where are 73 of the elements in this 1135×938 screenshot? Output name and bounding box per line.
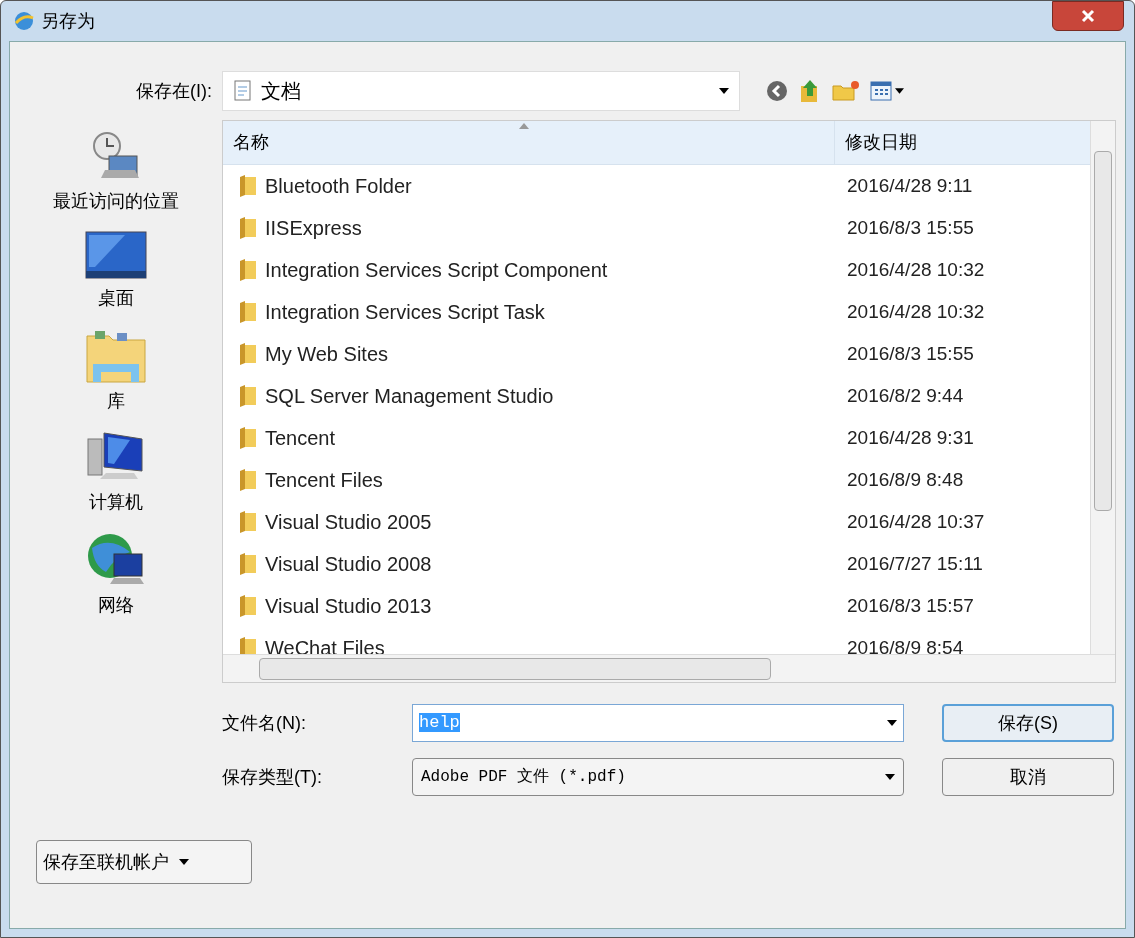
caret-icon <box>895 88 904 94</box>
modified-date: 2016/8/3 15:57 <box>846 593 975 618</box>
file-type-label: 保存类型(T): <box>222 765 323 789</box>
vertical-scrollbar[interactable] <box>1090 121 1115 655</box>
save-in-label: 保存在(I): <box>135 79 213 103</box>
modified-date: 2016/4/28 9:31 <box>846 425 975 450</box>
modified-date: 2016/4/28 10:32 <box>846 299 986 324</box>
file-type-dropdown[interactable]: Adobe PDF 文件 (*.pdf) <box>412 758 904 796</box>
file-name[interactable]: Tencent <box>265 423 336 453</box>
library-folder-icon <box>85 328 147 384</box>
save-in-dropdown[interactable]: 文档 <box>222 71 740 111</box>
folder-icon <box>239 553 257 575</box>
modified-date: 2016/4/28 10:32 <box>846 257 986 282</box>
grid-view-icon <box>870 81 892 101</box>
window-title: 另存为 <box>41 9 95 33</box>
modified-date: 2016/8/9 8:54 <box>846 635 965 655</box>
online-account-button[interactable]: 保存至联机帐户 <box>36 840 252 884</box>
folder-icon <box>239 217 257 239</box>
file-name[interactable]: Bluetooth Folder <box>265 171 412 201</box>
file-name[interactable]: SQL Server Management Studio <box>265 381 554 411</box>
place-item[interactable]: 库 <box>85 328 147 415</box>
file-name[interactable]: IISExpress <box>265 213 362 243</box>
file-name[interactable]: Integration Services Script Component <box>265 255 608 285</box>
sort-arrow-icon <box>519 123 529 129</box>
folder-icon <box>239 385 257 407</box>
column-header[interactable]: 名称 <box>223 121 835 164</box>
folder-icon <box>239 469 257 491</box>
file-name[interactable]: Tencent Files <box>265 465 383 495</box>
modified-date: 2016/8/3 15:55 <box>846 215 975 240</box>
globe-icon <box>13 10 35 32</box>
close-icon <box>1081 9 1095 23</box>
horizontal-scrollbar[interactable] <box>223 654 1115 682</box>
folder-icon <box>239 427 257 449</box>
column-header[interactable]: 修改日期 <box>835 121 1091 164</box>
place-item[interactable]: 最近访问的位置 <box>53 130 179 215</box>
place-item[interactable]: 桌面 <box>85 231 147 312</box>
document-icon <box>233 80 253 102</box>
modified-date: 2016/8/2 9:44 <box>846 383 965 408</box>
folder-icon <box>239 301 257 323</box>
back-icon[interactable] <box>766 80 788 102</box>
file-name[interactable]: Visual Studio 2013 <box>265 591 432 621</box>
folder-icon <box>239 511 257 533</box>
save-button[interactable]: 保存(S) <box>942 704 1114 742</box>
modified-date: 2016/4/28 9:11 <box>846 173 974 198</box>
filename-text: help <box>419 713 460 733</box>
file-name[interactable]: Integration Services Script Task <box>265 297 545 327</box>
scroll-thumb[interactable] <box>259 657 771 680</box>
file-name[interactable]: Visual Studio 2008 <box>265 549 432 579</box>
modified-date: 2016/4/28 10:37 <box>846 509 986 534</box>
folder-icon <box>239 259 257 281</box>
modified-date: 2016/8/9 8:48 <box>846 467 965 492</box>
folder-icon <box>239 343 257 365</box>
caret-icon <box>887 720 897 726</box>
folder-icon <box>239 637 257 655</box>
caret-icon <box>179 859 189 865</box>
folder-icon <box>239 595 257 617</box>
filename-label: 文件名(N): <box>222 711 307 735</box>
caret-icon <box>719 88 729 94</box>
new-folder-icon[interactable] <box>832 80 860 102</box>
cancel-button[interactable]: 取消 <box>942 758 1114 796</box>
modified-date: 2016/7/27 15:11 <box>846 551 984 576</box>
close-button[interactable] <box>1052 1 1124 31</box>
place-item[interactable]: 网络 <box>86 532 146 619</box>
folder-icon <box>239 175 257 197</box>
desktop-icon <box>85 231 147 281</box>
view-menu-button[interactable] <box>870 81 904 101</box>
caret-icon <box>885 774 895 780</box>
place-item[interactable]: 计算机 <box>86 431 146 516</box>
modified-date: 2016/8/3 15:55 <box>846 341 975 366</box>
file-type-text: Adobe PDF 文件 (*.pdf) <box>421 766 627 788</box>
scroll-thumb[interactable] <box>1094 151 1112 511</box>
file-name[interactable]: Visual Studio 2005 <box>265 507 432 537</box>
file-name[interactable]: My Web Sites <box>265 339 388 369</box>
